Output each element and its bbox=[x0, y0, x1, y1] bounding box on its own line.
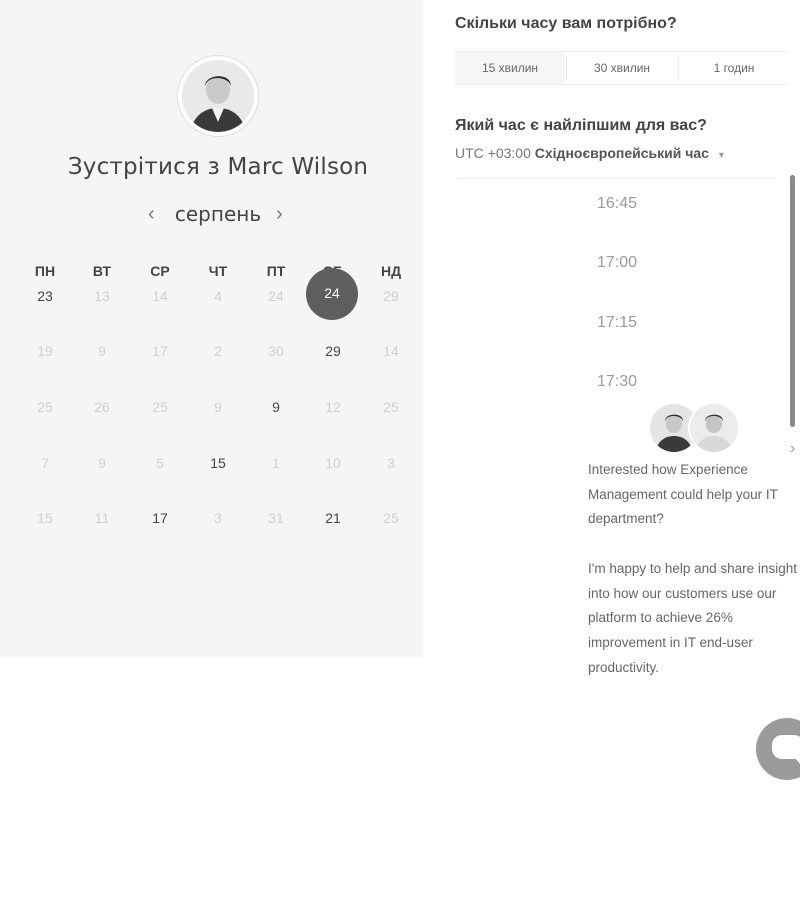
timezone-offset: UTC +03:00 bbox=[455, 145, 531, 161]
time-slot[interactable]: 17:30 bbox=[458, 373, 776, 391]
duration-selector: 15 хвилин 30 хвилин 1 годин bbox=[455, 51, 788, 85]
unavailable-day: 25 bbox=[383, 510, 399, 526]
unavailable-day: 3 bbox=[214, 510, 222, 526]
unavailable-day: 13 bbox=[94, 288, 110, 304]
month-navigation: ‹ серпень › bbox=[0, 200, 436, 230]
timezone-name: Східноєвропейський час bbox=[534, 145, 709, 161]
timezone-select[interactable]: UTC +03:00 Східноєвропейський час ▾ bbox=[455, 145, 724, 161]
unavailable-day: 9 bbox=[98, 343, 106, 359]
unavailable-day: 14 bbox=[383, 343, 399, 359]
host-photo-icon bbox=[182, 60, 254, 132]
time-slot[interactable]: 16:45 bbox=[458, 195, 776, 213]
duration-heading: Скільки часу вам потрібно? bbox=[455, 15, 677, 32]
unavailable-day: 7 bbox=[41, 455, 49, 471]
unavailable-day: 11 bbox=[94, 510, 110, 526]
month-label: серпень bbox=[174, 202, 262, 226]
chat-launcher-button[interactable] bbox=[756, 718, 800, 780]
duration-option[interactable]: 15 хвилин bbox=[455, 52, 565, 84]
time-slot[interactable]: 17:00 bbox=[458, 254, 776, 272]
weekday-label: НД bbox=[380, 263, 402, 279]
available-day[interactable]: 9 bbox=[256, 399, 296, 415]
unavailable-day: 2 bbox=[214, 343, 222, 359]
unavailable-day: 24 bbox=[268, 288, 284, 304]
available-day[interactable]: 23 bbox=[25, 288, 65, 304]
weekday-label: ЧТ bbox=[208, 263, 228, 279]
duration-option[interactable]: 1 годин bbox=[679, 52, 789, 84]
slots-divider bbox=[458, 178, 776, 179]
unavailable-day: 25 bbox=[152, 399, 168, 415]
unavailable-day: 10 bbox=[325, 455, 341, 471]
selected-day[interactable]: 24 bbox=[306, 268, 358, 320]
unavailable-day: 29 bbox=[383, 288, 399, 304]
chevron-right-icon[interactable]: › bbox=[276, 202, 283, 226]
unavailable-day: 19 bbox=[37, 343, 53, 359]
weekday-label: ПТ bbox=[266, 263, 286, 279]
duration-option[interactable]: 30 хвилин bbox=[567, 52, 677, 84]
chat-bubble-tail bbox=[792, 754, 800, 764]
unavailable-day: 4 bbox=[214, 288, 222, 304]
unavailable-day: 31 bbox=[268, 510, 284, 526]
unavailable-day: 5 bbox=[156, 455, 164, 471]
available-day[interactable]: 15 bbox=[198, 455, 238, 471]
chat-agent-avatars bbox=[650, 404, 740, 456]
available-day[interactable]: 17 bbox=[140, 510, 180, 526]
unavailable-day: 25 bbox=[383, 399, 399, 415]
available-day[interactable]: 29 bbox=[313, 343, 353, 359]
available-day[interactable]: 21 bbox=[313, 510, 353, 526]
unavailable-day: 17 bbox=[152, 343, 168, 359]
weekday-label: ВТ bbox=[92, 263, 112, 279]
agent-photo-icon bbox=[690, 404, 738, 452]
unavailable-day: 3 bbox=[387, 455, 395, 471]
chat-message: I'm happy to help and share insight into… bbox=[588, 561, 797, 675]
weekday-label: СР bbox=[150, 263, 170, 279]
host-avatar bbox=[178, 56, 258, 136]
unavailable-day: 30 bbox=[268, 343, 284, 359]
agent-avatar bbox=[690, 404, 738, 452]
unavailable-day: 14 bbox=[152, 288, 168, 304]
time-slot[interactable]: 17:15 bbox=[458, 314, 776, 332]
caret-down-icon: ▾ bbox=[718, 150, 724, 161]
time-heading: Який час є найліпшим для вас? bbox=[455, 117, 707, 134]
unavailable-day: 9 bbox=[98, 455, 106, 471]
slots-scrollbar[interactable] bbox=[790, 175, 795, 427]
chat-message: Interested how Experience Management cou… bbox=[588, 462, 778, 527]
unavailable-day: 1 bbox=[272, 455, 280, 471]
weekday-label: ПН bbox=[34, 263, 56, 279]
unavailable-day: 12 bbox=[325, 399, 341, 415]
meeting-title: Зустрітися з Marc Wilson bbox=[67, 154, 369, 180]
unavailable-day: 25 bbox=[37, 399, 53, 415]
chevron-right-icon[interactable]: › bbox=[790, 440, 795, 458]
unavailable-day: 26 bbox=[94, 399, 110, 415]
unavailable-day: 9 bbox=[214, 399, 222, 415]
unavailable-day: 15 bbox=[37, 510, 53, 526]
